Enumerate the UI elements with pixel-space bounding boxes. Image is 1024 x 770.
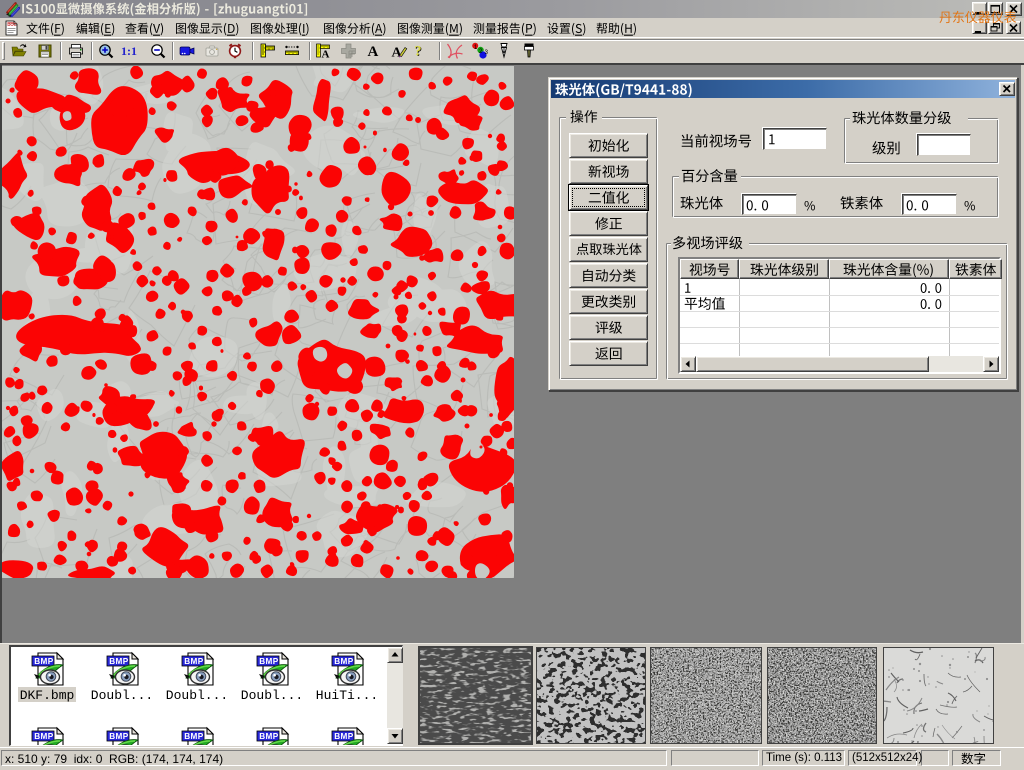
svg-text:BMP: BMP	[334, 732, 354, 741]
svg-text:BMP: BMP	[109, 732, 129, 741]
svg-text:BMP: BMP	[34, 657, 54, 666]
svg-text:3: 3	[485, 50, 489, 56]
svg-text:BMP: BMP	[184, 657, 204, 666]
svg-text:A: A	[322, 49, 330, 61]
svg-text:1:1: 1:1	[121, 44, 137, 58]
svg-text:?: ?	[414, 43, 421, 59]
svg-text:A: A	[368, 44, 379, 60]
svg-text:BMP: BMP	[109, 657, 129, 666]
svg-text:A: A	[392, 46, 403, 61]
svg-text:BMP: BMP	[259, 657, 279, 666]
svg-text:BMP: BMP	[259, 732, 279, 741]
svg-text:BMP: BMP	[334, 657, 354, 666]
svg-text:BMP: BMP	[184, 732, 204, 741]
svg-text:BMP: BMP	[34, 732, 54, 741]
